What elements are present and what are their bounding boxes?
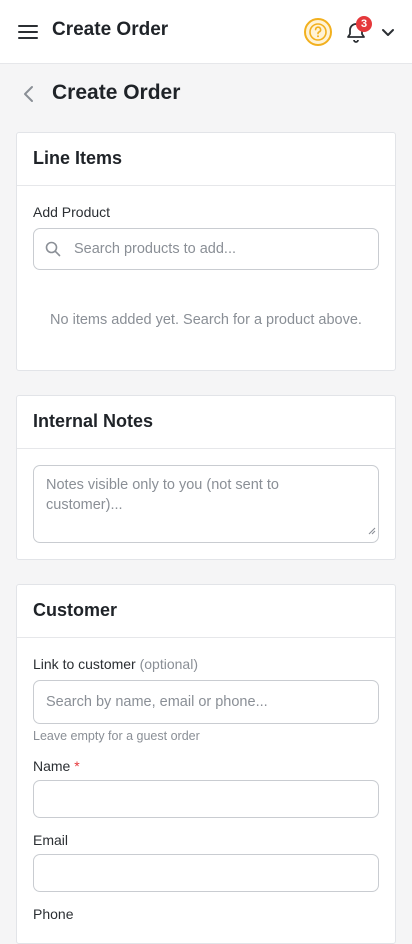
chevron-down-icon[interactable] <box>378 22 398 42</box>
name-label-text: Name <box>33 758 71 774</box>
line-items-title: Line Items <box>17 133 395 186</box>
link-customer-label: Link to customer (optional) <box>33 656 198 672</box>
page-title: Create Order <box>52 81 181 104</box>
email-input[interactable] <box>33 854 379 892</box>
internal-notes-card: Internal Notes Notes visible only to you… <box>16 395 396 560</box>
search-icon <box>45 241 61 262</box>
customer-title: Customer <box>17 585 395 638</box>
internal-notes-title: Internal Notes <box>17 396 395 449</box>
internal-notes-placeholder: Notes visible only to you (not sent to c… <box>46 477 279 513</box>
back-chevron-icon[interactable] <box>18 83 40 105</box>
notification-badge: 3 <box>356 16 372 32</box>
add-product-label: Add Product <box>33 204 111 220</box>
customer-search-input[interactable]: Search by name, email or phone... <box>33 680 379 724</box>
hamburger-menu-icon[interactable] <box>14 18 42 46</box>
customer-search-placeholder: Search by name, email or phone... <box>46 694 268 710</box>
empty-items-message: No items added yet. Search for a product… <box>50 312 362 328</box>
app-title: Create Order <box>52 19 169 40</box>
top-app-bar: Create Order 3 <box>0 0 412 64</box>
product-search-placeholder: Search products to add... <box>74 241 237 257</box>
product-search-input[interactable]: Search products to add... <box>33 228 379 270</box>
optional-tag: (optional) <box>139 656 198 672</box>
name-input[interactable] <box>33 780 379 818</box>
resize-handle-icon[interactable] <box>367 522 376 540</box>
customer-card: Customer Link to customer (optional) Sea… <box>16 584 396 944</box>
internal-notes-textarea[interactable]: Notes visible only to you (not sent to c… <box>33 465 379 543</box>
email-label: Email <box>33 832 69 848</box>
help-circle-icon[interactable] <box>303 17 333 47</box>
guest-order-hint: Leave empty for a guest order <box>33 729 200 743</box>
line-items-card: Line Items Add Product Search products t… <box>16 132 396 371</box>
name-label: Name * <box>33 758 80 774</box>
required-asterisk: * <box>74 758 80 774</box>
link-customer-label-text: Link to customer <box>33 656 136 672</box>
phone-label: Phone <box>33 906 74 922</box>
